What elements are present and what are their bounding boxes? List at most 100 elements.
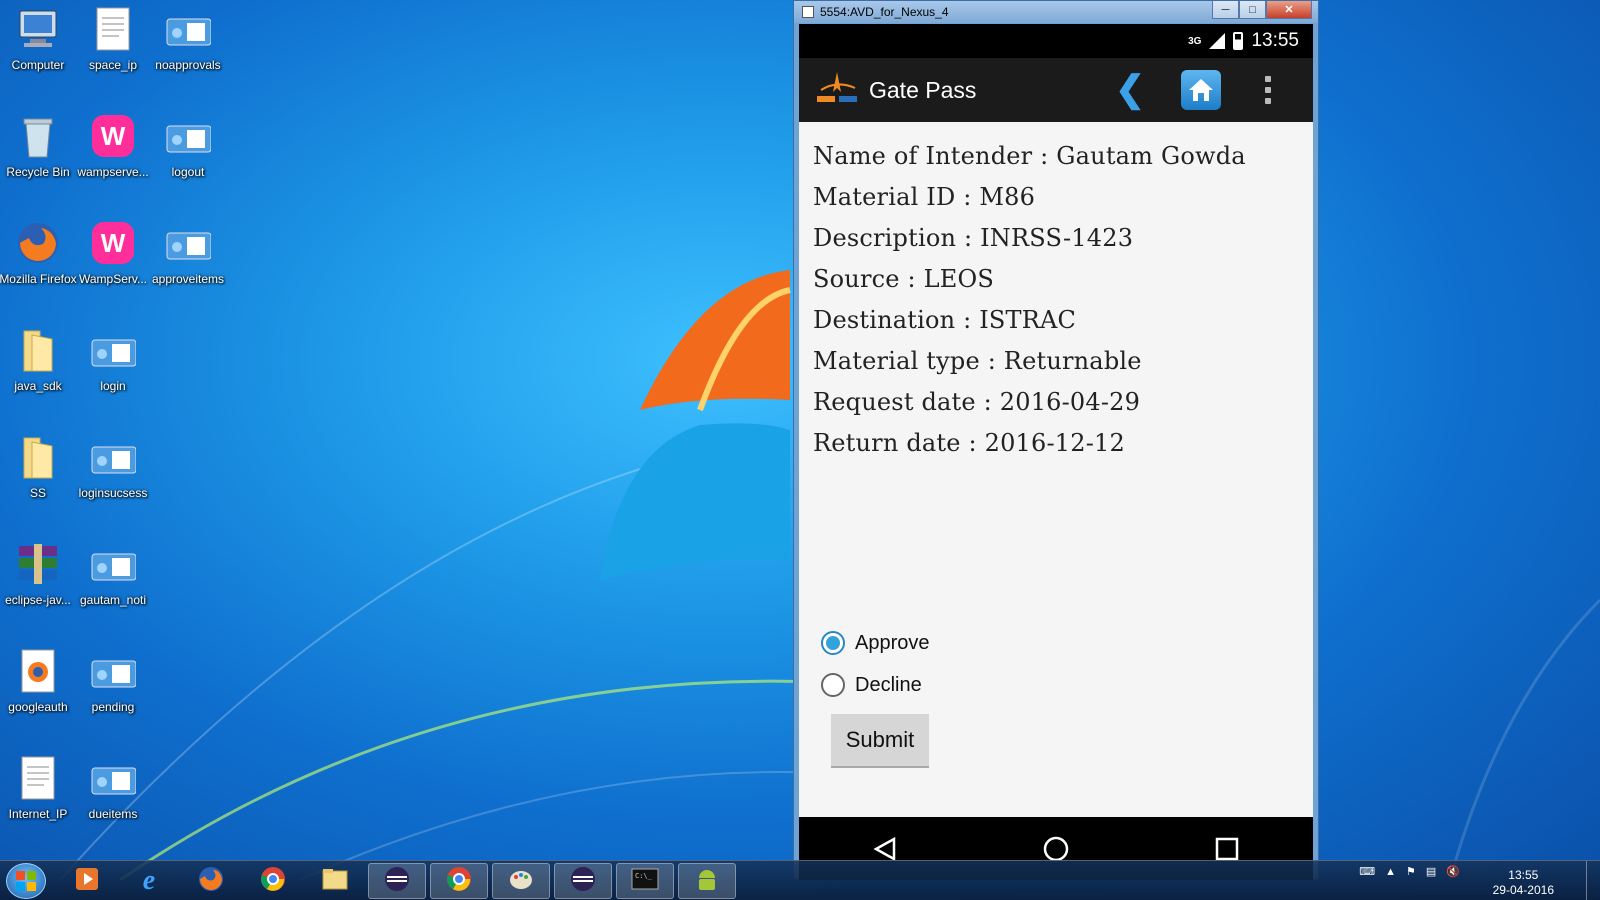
taskbar-media-player-button[interactable] — [58, 863, 116, 899]
detail-line: Destination : ISTRAC — [813, 306, 1077, 334]
desktop-icon-label: loginsucsess — [78, 486, 148, 500]
desktop-icon-recycle-bin[interactable]: Recycle Bin — [0, 113, 76, 209]
svg-text:e: e — [143, 865, 155, 893]
browser-shortcut-icon — [165, 113, 211, 159]
desktop-icon-login[interactable]: login — [75, 327, 151, 423]
android-emulator-icon — [694, 866, 720, 897]
taskbar-chrome-button[interactable] — [430, 863, 488, 899]
desktop-icon-label: googleauth — [8, 700, 68, 714]
desktop-icon-wampserv[interactable]: W WampServ... — [75, 220, 151, 316]
radio-option-decline[interactable]: Decline — [821, 664, 930, 706]
desktop-icon-dueitems[interactable]: dueitems — [75, 755, 151, 851]
firefox-icon — [15, 220, 61, 266]
desktop-icon-label: dueitems — [88, 807, 138, 821]
close-window-button[interactable]: ✕ — [1266, 1, 1312, 19]
detail-line: Material type : Returnable — [813, 347, 1142, 375]
back-chevron-icon[interactable]: ❮ — [1115, 71, 1145, 107]
detail-line: Request date : 2016-04-29 — [813, 388, 1141, 416]
desktop-icon-label: login — [100, 379, 126, 393]
radio-option-approve[interactable]: Approve — [821, 622, 930, 664]
desktop-icon-label: eclipse-jav... — [5, 593, 71, 607]
desktop-icon-wampserve[interactable]: Wwampserve... — [75, 113, 151, 209]
desktop-icon-internet-ip[interactable]: Internet_IP — [0, 755, 76, 851]
browser-shortcut-icon — [90, 541, 136, 587]
taskbar-eclipse-button[interactable] — [554, 863, 612, 899]
radio-unchecked-icon[interactable] — [821, 673, 845, 697]
desktop-icon-pending[interactable]: pending — [75, 648, 151, 744]
clock-date: 29-04-2016 — [1492, 883, 1554, 897]
recycle-bin-icon — [15, 113, 61, 159]
svg-text:C:\_: C:\_ — [635, 872, 653, 880]
desktop-icon-gautam-noti[interactable]: gautam_noti — [75, 541, 151, 637]
action-center-flag-icon[interactable]: ⚑ — [1406, 865, 1416, 878]
taskbar-file-explorer-button[interactable] — [306, 863, 364, 899]
taskbar-internet-explorer-button[interactable]: e — [120, 863, 178, 899]
taskbar-paint-button[interactable] — [492, 863, 550, 899]
desktop-icon-ss[interactable]: SS — [0, 434, 76, 530]
desktop-icon-label: Recycle Bin — [6, 165, 70, 179]
media-player-icon — [74, 866, 100, 897]
gate-pass-content: Name of Intender : Gautam Gowda Material … — [799, 122, 1313, 817]
desktop-icon-label: Mozilla Firefox — [0, 272, 77, 286]
taskbar-eclipse-button[interactable] — [368, 863, 426, 899]
eclipse-icon — [384, 866, 410, 897]
show-hidden-icons-icon[interactable]: ▲ — [1385, 866, 1396, 878]
start-button[interactable] — [6, 863, 46, 899]
taskbar-command-prompt-button[interactable]: C:\_ — [616, 863, 674, 899]
phone-screen: 3G 13:55 Gate Pass ❮ Name of Intender : — [799, 24, 1313, 880]
decision-radio-group: Approve Decline — [821, 622, 930, 706]
browser-shortcut-icon — [165, 220, 211, 266]
app-title: Gate Pass — [869, 76, 977, 103]
maximize-button[interactable]: □ — [1239, 1, 1266, 19]
desktop-icon-logout[interactable]: logout — [150, 113, 226, 209]
folder-icon — [15, 327, 61, 373]
firefox-html-file-icon — [15, 648, 61, 694]
submit-button[interactable]: Submit — [831, 714, 929, 768]
desktop-icon-computer[interactable]: Computer — [0, 6, 76, 102]
firefox-icon — [198, 866, 224, 897]
desktop-icon-loginsucsess[interactable]: loginsucsess — [75, 434, 151, 530]
desktop-icon-googleauth[interactable]: googleauth — [0, 648, 76, 744]
system-tray: ⌨ ▲ ⚑ ▤ 🔇 — [1359, 865, 1460, 879]
desktop-icon-label: approveitems — [151, 272, 225, 286]
command-prompt-icon: C:\_ — [631, 868, 659, 895]
detail-line: Description : INRSS-1423 — [813, 224, 1134, 252]
browser-shortcut-icon — [90, 327, 136, 373]
detail-line: Source : LEOS — [813, 265, 994, 293]
desktop-icon-noapprovals[interactable]: noapprovals — [150, 6, 226, 102]
taskbar-android-emulator-button[interactable] — [678, 863, 736, 899]
desktop-icon-eclipse-jav[interactable]: eclipse-jav... — [0, 541, 76, 637]
desktop-icon-label: noapprovals — [155, 58, 221, 72]
minimize-button[interactable]: ─ — [1212, 1, 1239, 19]
desktop-icon-mozilla-firefox[interactable]: Mozilla Firefox — [0, 220, 77, 316]
android-status-bar: 3G 13:55 — [799, 24, 1313, 58]
taskbar-chrome-button[interactable] — [244, 863, 302, 899]
window-title: 5554:AVD_for_Nexus_4 — [820, 5, 949, 19]
desktop-icon-space-ip[interactable]: space_ip — [75, 6, 151, 102]
browser-shortcut-icon — [90, 434, 136, 480]
home-button[interactable] — [1181, 70, 1221, 110]
desktop-icon-label: java_sdk — [14, 379, 62, 393]
chrome-icon — [260, 866, 286, 897]
volume-muted-icon[interactable]: 🔇 — [1446, 865, 1460, 878]
keyboard-icon[interactable]: ⌨ — [1359, 865, 1375, 878]
winrar-archive-icon — [15, 541, 61, 587]
desktop-icon-label: gautam_noti — [79, 593, 147, 607]
desktop-icon-label: wampserve... — [77, 165, 149, 179]
radio-checked-icon[interactable] — [821, 631, 845, 655]
overflow-menu-icon[interactable] — [1265, 76, 1273, 104]
network-icon[interactable]: ▤ — [1426, 865, 1436, 878]
desktop-icon-label: SS — [29, 486, 46, 500]
desktop-icon-java-sdk[interactable]: java_sdk — [0, 327, 76, 423]
wampserver-icon: W — [90, 113, 136, 159]
taskbar-firefox-button[interactable] — [182, 863, 240, 899]
show-desktop-button[interactable] — [1586, 861, 1600, 900]
home-circle-icon — [1043, 836, 1069, 861]
desktop-icon-label: Internet_IP — [8, 807, 68, 821]
battery-icon — [1233, 32, 1244, 50]
request-details: Name of Intender : Gautam Gowda Material … — [799, 122, 1313, 464]
desktop-icon-approveitems[interactable]: approveitems — [150, 220, 226, 316]
folder-icon — [15, 434, 61, 480]
recents-square-icon — [1216, 837, 1239, 860]
taskbar-clock[interactable]: 13:55 29-04-2016 — [1493, 868, 1554, 898]
